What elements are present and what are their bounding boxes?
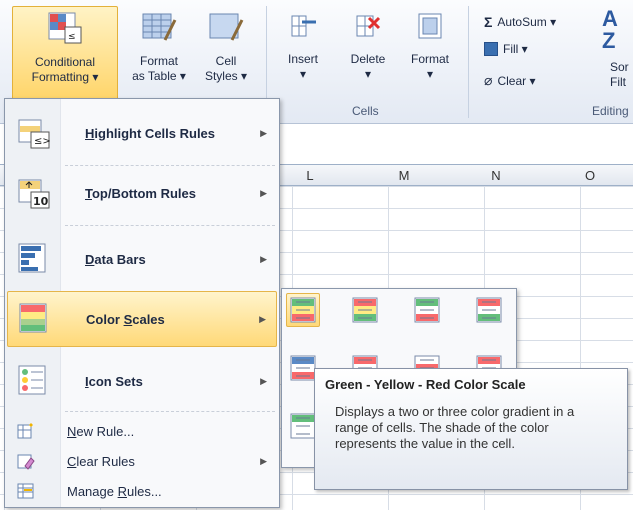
insert-arrow: ▾ <box>299 67 307 81</box>
editing-group-label: Editing <box>592 104 629 118</box>
submenu-arrow-icon: ▶ <box>260 253 267 264</box>
cs-line1: Cell <box>215 54 237 68</box>
autosum-label: AutoSum ▾ <box>497 15 557 29</box>
insert-button[interactable]: Insert ▾ <box>278 10 328 82</box>
conditional-formatting-menu: ≤> Highlight Cells Rules ▶ 10 Top/Bottom… <box>4 98 280 508</box>
submenu-arrow-icon: ▶ <box>259 313 266 324</box>
highlight-cells-icon: ≤> <box>18 119 51 149</box>
icon-sets-icon <box>18 365 46 395</box>
format-arrow: ▾ <box>426 67 434 81</box>
format-as-table-icon <box>142 13 177 41</box>
color-scale-swatch[interactable] <box>348 293 382 327</box>
cf-label-line1: Conditional <box>34 55 96 69</box>
insert-label: Insert <box>287 52 318 66</box>
menu-item-label: Data Bars <box>85 251 146 267</box>
menu-item-manage-rules[interactable]: Manage Rules... <box>7 477 277 505</box>
menu-item-data-bars[interactable]: Data Bars ▶ <box>7 231 277 287</box>
cf-label-line2: Formatting ▾ <box>31 70 99 84</box>
menu-separator <box>65 411 275 412</box>
submenu-arrow-icon: ▶ <box>260 127 267 138</box>
svg-text:10: 10 <box>33 195 49 208</box>
color-scale-tooltip: Green - Yellow - Red Color Scale Display… <box>314 368 628 490</box>
fill-label: Fill ▾ <box>503 42 528 56</box>
menu-item-label: Icon Sets <box>85 373 143 389</box>
format-button[interactable]: Format ▾ <box>402 10 458 82</box>
fill-button[interactable]: Fill ▾ <box>484 42 528 56</box>
tooltip-title: Green - Yellow - Red Color Scale <box>325 377 526 392</box>
sort-filter-icon: AZ <box>602 6 618 53</box>
menu-separator <box>65 225 275 226</box>
sort-filter-button[interactable]: AZ Sor Filt <box>590 8 633 90</box>
menu-item-label: Top/Bottom Rules <box>85 185 196 201</box>
cs-line2: Styles ▾ <box>204 69 248 83</box>
delete-label: Delete <box>350 52 386 66</box>
submenu-arrow-icon: ▶ <box>260 375 267 386</box>
ribbon-separator <box>468 6 469 118</box>
menu-item-highlight-cells-rules[interactable]: ≤> Highlight Cells Rules ▶ <box>7 105 277 161</box>
menu-item-label: New Rule... <box>67 423 135 439</box>
autosum-button[interactable]: Σ AutoSum ▾ <box>484 14 556 30</box>
clear-button[interactable]: ⌀ Clear ▾ <box>484 72 535 89</box>
submenu-arrow-icon: ▶ <box>260 455 267 466</box>
color-scale-icon <box>476 297 502 323</box>
svg-text:≤: ≤ <box>68 32 76 42</box>
column-header-m[interactable]: M <box>394 168 414 183</box>
sigma-icon: Σ <box>484 14 493 30</box>
fill-down-icon <box>484 42 498 56</box>
sort-line2: Filt <box>610 75 626 89</box>
cell-styles-icon <box>209 13 244 41</box>
menu-item-label: Clear Rules <box>67 453 135 469</box>
format-as-table-button[interactable]: Format as Table ▾ <box>124 10 194 84</box>
color-scales-icon <box>19 303 47 333</box>
delete-cells-icon <box>356 15 381 37</box>
submenu-arrow-icon: ▶ <box>260 187 267 198</box>
color-scale-icon <box>290 355 316 381</box>
column-header-n[interactable]: N <box>486 168 506 183</box>
cell-styles-button[interactable]: Cell Styles ▾ <box>196 10 256 84</box>
menu-item-label: Highlight Cells Rules <box>85 125 216 141</box>
delete-button[interactable]: Delete ▾ <box>340 10 396 82</box>
column-header-o[interactable]: O <box>580 168 600 183</box>
menu-item-label: Color Scales <box>86 311 165 327</box>
clear-label: Clear ▾ <box>497 73 536 88</box>
clear-rules-icon <box>17 454 35 470</box>
color-scale-swatch[interactable] <box>410 293 444 327</box>
manage-rules-icon <box>17 483 34 499</box>
color-scale-icon <box>414 297 440 323</box>
color-scale-swatch[interactable] <box>286 293 320 327</box>
eraser-icon: ⌀ <box>484 72 493 88</box>
svg-text:≤>: ≤> <box>34 136 51 147</box>
format-label: Format <box>410 52 449 66</box>
color-scale-icon <box>290 297 316 323</box>
menu-item-icon-sets[interactable]: Icon Sets ▶ <box>7 353 277 409</box>
color-scale-swatch[interactable] <box>472 293 506 327</box>
menu-item-new-rule[interactable]: New Rule... <box>7 417 277 445</box>
menu-item-color-scales[interactable]: Color Scales ▶ <box>7 291 277 347</box>
cells-group-label: Cells <box>352 104 379 118</box>
sort-line1: Sor <box>610 60 629 74</box>
color-scale-icon <box>290 413 316 439</box>
insert-cells-icon <box>291 15 316 37</box>
conditional-formatting-button[interactable]: ≤ Conditional Formatting ▾ <box>12 6 118 100</box>
data-bars-icon <box>18 243 46 273</box>
fat-line1: Format <box>139 54 178 68</box>
conditional-formatting-icon: ≤ <box>48 12 82 44</box>
color-scale-icon <box>352 297 378 323</box>
fat-line2: as Table ▾ <box>132 69 186 83</box>
menu-item-label: Manage Rules... <box>67 483 162 499</box>
menu-item-clear-rules[interactable]: Clear Rules ▶ <box>7 447 277 475</box>
column-header-l[interactable]: L <box>300 168 320 183</box>
new-rule-icon <box>17 423 33 439</box>
format-cells-icon <box>418 13 442 39</box>
menu-item-top-bottom-rules[interactable]: 10 Top/Bottom Rules ▶ <box>7 165 277 221</box>
tooltip-description: Displays a two or three color gradient i… <box>335 404 575 451</box>
delete-arrow: ▾ <box>364 67 372 81</box>
top-bottom-icon: 10 <box>18 179 50 209</box>
